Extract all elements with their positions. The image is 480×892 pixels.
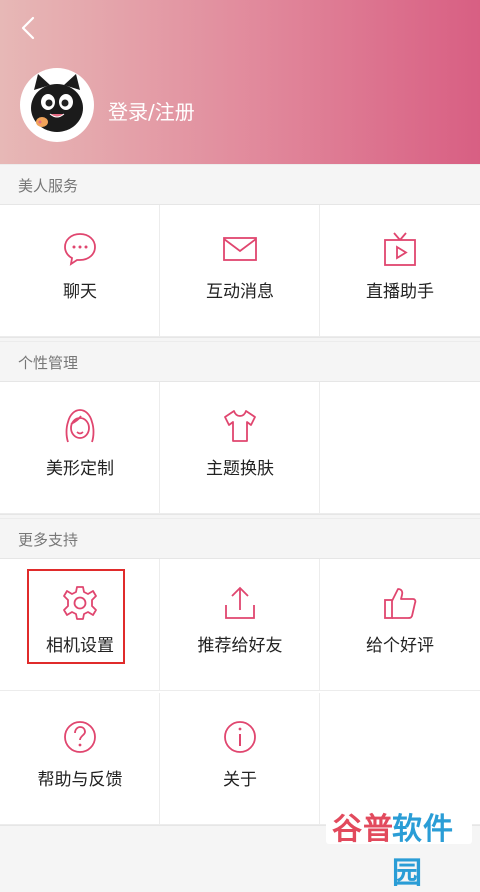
watermark-logo: 谷普 软件园 [326, 800, 472, 891]
section-title: 个性管理 [18, 354, 79, 372]
item-label: 给个好评 [366, 636, 434, 656]
tshirt-icon [224, 410, 256, 442]
live-assistant-item[interactable]: 直播助手 [320, 205, 480, 337]
info-icon [224, 721, 256, 753]
cat-avatar-icon [31, 74, 83, 132]
item-label: 关于 [223, 770, 257, 790]
watermark-part2: 软件园 [392, 812, 454, 891]
profile-header: 登录/注册 [0, 0, 480, 164]
tv-play-icon [384, 232, 416, 266]
mail-icon [223, 237, 257, 261]
section-header-more-support: 更多支持 [0, 518, 480, 558]
thumbs-up-icon [384, 588, 417, 619]
interaction-messages-item[interactable]: 互动消息 [160, 205, 320, 337]
beauty-customization-item[interactable]: 美形定制 [0, 382, 160, 514]
face-icon [65, 409, 95, 443]
login-register-link[interactable]: 登录/注册 [108, 96, 195, 125]
recommend-to-friends-item[interactable]: 推荐给好友 [160, 559, 320, 691]
avatar[interactable] [20, 68, 94, 142]
empty-cell [320, 382, 480, 514]
item-label: 聊天 [63, 282, 97, 302]
item-label: 主题换肤 [206, 459, 274, 479]
item-label: 帮助与反馈 [37, 770, 123, 790]
rate-us-item[interactable]: 给个好评 [320, 559, 480, 691]
chat-item[interactable]: 聊天 [0, 205, 160, 337]
section-header-beauty-services: 美人服务 [0, 164, 480, 204]
personal-grid: 美形定制 主题换肤 [0, 381, 480, 515]
highlight-box [27, 569, 125, 664]
chat-icon [64, 233, 96, 266]
help-icon [64, 721, 96, 753]
item-label: 美形定制 [46, 459, 114, 479]
item-label: 直播助手 [366, 282, 434, 302]
help-feedback-item[interactable]: 帮助与反馈 [0, 693, 160, 825]
theme-skin-item[interactable]: 主题换肤 [160, 382, 320, 514]
item-label: 互动消息 [206, 282, 274, 302]
share-upload-icon [225, 586, 255, 619]
services-grid: 聊天 互动消息 直播助手 [0, 204, 480, 338]
item-label: 推荐给好友 [197, 636, 283, 656]
about-item[interactable]: 关于 [160, 693, 320, 825]
section-title: 美人服务 [18, 177, 79, 195]
watermark-part1: 谷普 [332, 812, 394, 847]
back-arrow-icon[interactable] [16, 14, 44, 42]
section-header-personal-management: 个性管理 [0, 341, 480, 381]
section-title: 更多支持 [18, 531, 79, 549]
